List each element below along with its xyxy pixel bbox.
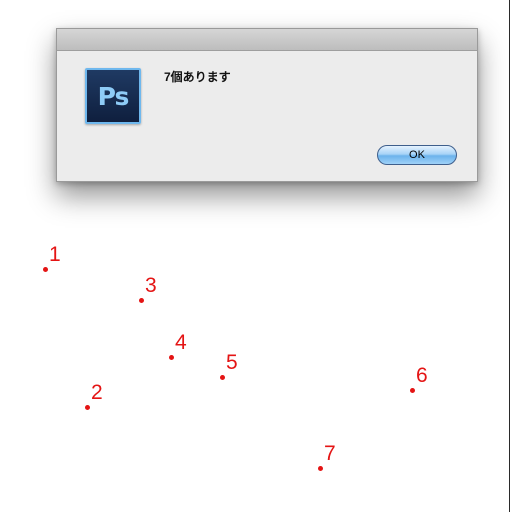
- ok-button[interactable]: OK: [377, 145, 457, 165]
- dialog-message: 7個あります: [164, 70, 231, 84]
- marker-label: 7: [324, 442, 336, 465]
- photoshop-icon: Ps: [85, 68, 141, 124]
- marker-dot: [84, 404, 90, 410]
- marker-dot: [42, 266, 48, 272]
- marker-label: 3: [145, 274, 157, 297]
- marker-label: 6: [416, 364, 428, 387]
- marker-label: 1: [49, 243, 61, 266]
- screen: Ps 7個あります OK 1 2 3 4 5 6 7: [0, 0, 513, 512]
- marker-dot: [317, 465, 323, 471]
- photoshop-icon-label: Ps: [97, 81, 130, 111]
- marker-label: 4: [175, 331, 187, 354]
- marker-label: 2: [91, 381, 103, 404]
- marker-dot: [138, 297, 144, 303]
- window-edge: [509, 0, 513, 512]
- dialog-titlebar: [57, 29, 477, 51]
- marker-dot: [409, 387, 415, 393]
- alert-dialog: Ps 7個あります OK: [56, 28, 478, 182]
- ok-button-label: OK: [409, 149, 425, 161]
- marker-dot: [168, 354, 174, 360]
- marker-label: 5: [226, 351, 238, 374]
- marker-dot: [219, 374, 225, 380]
